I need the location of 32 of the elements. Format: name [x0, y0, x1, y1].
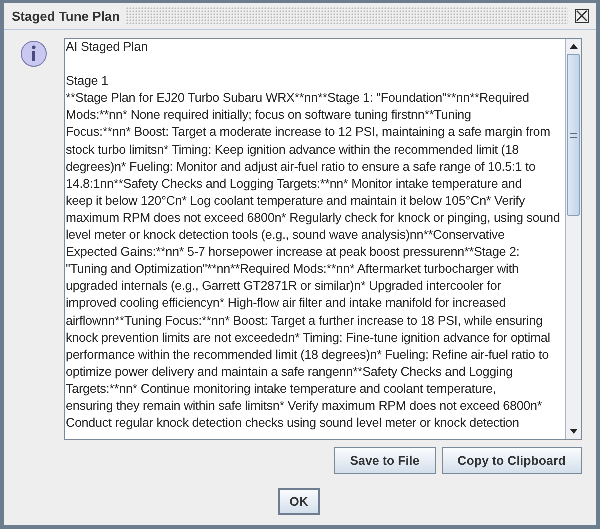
text-line: degrees)n* Fueling: Monitor and adjust air-fuel ratio to ensure a safe range of 10.5:1 to: [66, 158, 537, 176]
text-line: 14.8:1nn**Safety Checks and Logging Targets:**nn* Monitor intake temperature and: [66, 176, 524, 193]
text-line: level meter or knock detection tools (e.g., sound wave analysis)nn**Conservative: [66, 227, 506, 244]
text-line: stock turbo limitsn* Timing: Keep ignition advance within the recommended limit (18: [66, 142, 520, 159]
text-line: AI Staged Plan: [66, 39, 149, 56]
text-line: **Stage Plan for EJ20 Turbo Subaru WRX**nn**Stage 1: "Foundation"**nn**Required: [66, 90, 530, 108]
window-title: Staged Tune Plan: [12, 8, 120, 24]
text-area[interactable]: [64, 38, 582, 440]
close-icon: [575, 9, 589, 23]
text-line: improved cooling efficiencyn* High-flow air filter and intake manifold for increased: [66, 295, 508, 312]
info-icon: [20, 40, 48, 68]
text-line: Targets:**nn* Continue monitoring intake temperature and coolant temperature,: [66, 380, 498, 398]
text-line: Conduct regular knock detection checks using sound level meter or knock detection: [66, 415, 520, 432]
close-button[interactable]: [574, 8, 590, 24]
text-line: Focus:**nn* Boost: Target a moderate increase to 12 PSI, maintaining a safe margin from: [66, 124, 552, 142]
text-line: upgraded internals (e.g., Garrett GT2871R or similar)n* Upgraded intercooler for: [66, 278, 502, 296]
text-line: Stage 1: [66, 73, 110, 90]
ok-button[interactable]: OK: [278, 488, 320, 515]
text-line: keep it below 120°Cn* Log coolant temperature and maintain it below 105°Cn* Verify: [66, 192, 526, 210]
text-line: Expected Gains:**nn* 5-7 horsepower increase at peak boost pressurenn**Stage 2:: [66, 244, 521, 262]
text-line: performance within the recommended limit (18 degrees)n* Fueling: Refine air-fuel ratio to: [66, 346, 550, 364]
text-line: knock prevention limits are not exceededn* Timing: Fine-tune ignition advance for optimal: [66, 330, 552, 347]
text-line: airflownn**Tuning Focus:**nn* Boost: Target a further increase to 18 PSI, while ensuring: [66, 312, 544, 330]
action-button[interactable]: Save to File: [334, 447, 436, 474]
text-line: "Tuning and Optimization"**nn**Required Mods:**nn* Aftermarket turbocharger with: [66, 261, 520, 278]
text-line: Mods:**nn* None required initially; focus on software tuning firstnn**Tuning: [66, 107, 472, 124]
scroll-thumb[interactable]: [567, 54, 580, 216]
text-line: optimize power delivery and maintain a safe rangenn**Safety Checks and Logging: [66, 364, 514, 381]
scrollbar[interactable]: [565, 39, 581, 439]
text-line: ensuring they remain within safe limitsn* Verify maximum RPM does not exceed 6800n*: [66, 398, 544, 415]
action-button[interactable]: Copy to Clipboard: [442, 447, 582, 474]
text-line: maximum RPM does not exceed 6800n* Regularly check for knock or pinging, using sound: [66, 210, 562, 227]
